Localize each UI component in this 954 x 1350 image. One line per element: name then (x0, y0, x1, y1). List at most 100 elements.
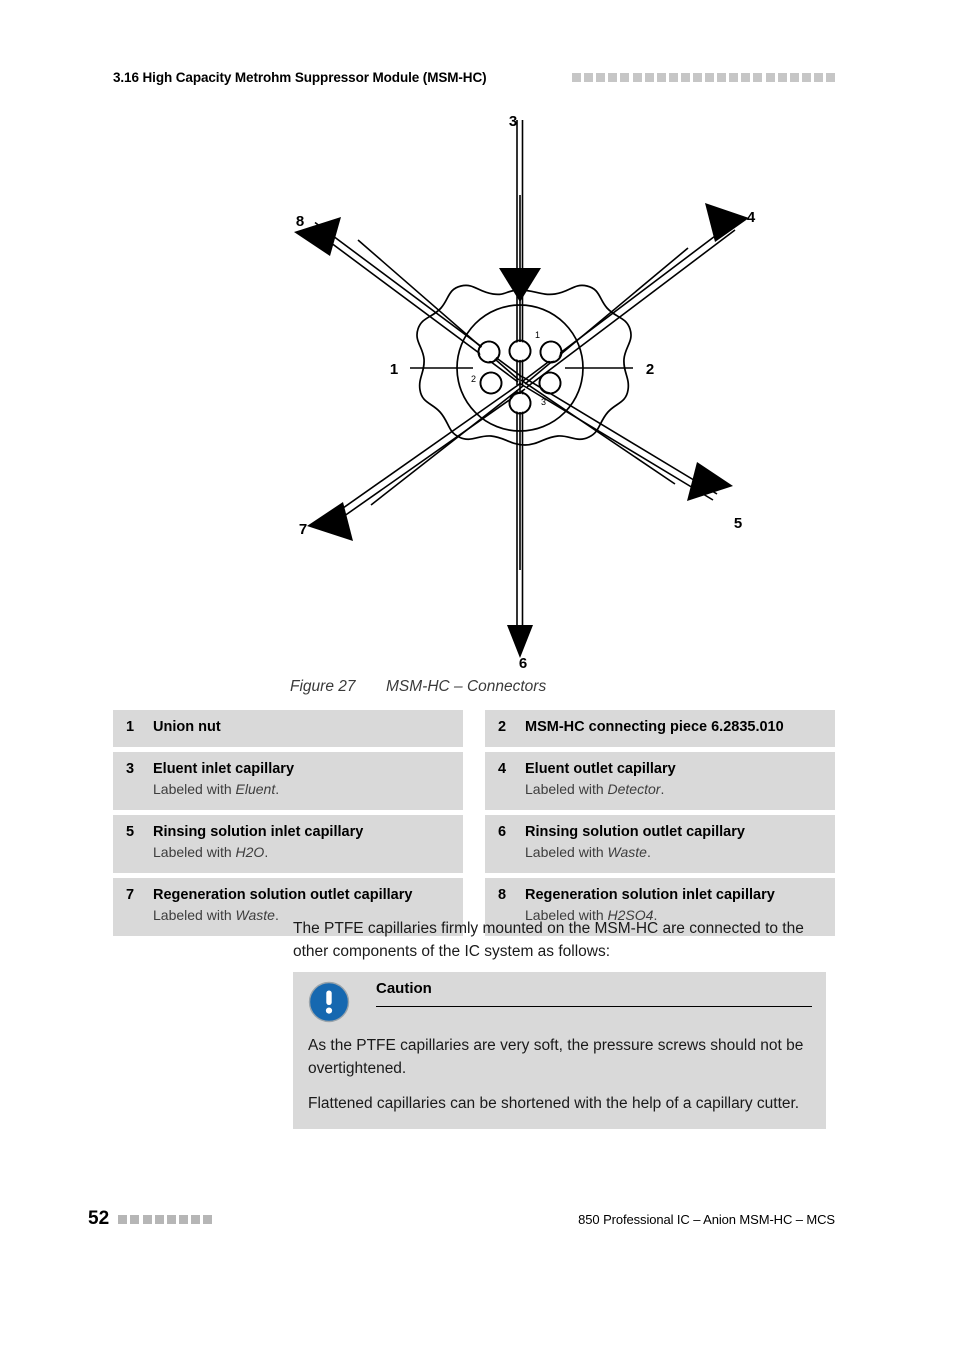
legend-row-number: 6 (498, 824, 507, 840)
legend-row: 1 Union nut (113, 710, 463, 747)
decor-square (765, 72, 775, 82)
figure-legend-table: 1 Union nut 3 Eluent inlet capillary Labeled… (113, 710, 835, 936)
page-footer: 52 850 Professional IC – Anion MSM-HC – … (88, 1207, 835, 1231)
legend-row-label: Rinsing solution outlet capillary (525, 824, 745, 840)
legend-column-left: 1 Union nut 3 Eluent inlet capillary Labeled… (113, 710, 463, 936)
capillary-line-5b (522, 376, 718, 495)
caution-title: Caution (376, 980, 432, 997)
union-nut-outline (416, 284, 632, 446)
legend-row-number: 3 (126, 761, 135, 777)
decor-square (572, 72, 582, 82)
decor-square (620, 72, 630, 82)
callout-label-5: 5 (734, 515, 742, 532)
legend-row-body: Eluent outlet capillary Labeled with Dete… (525, 760, 835, 799)
decor-square (813, 72, 823, 82)
decor-square (118, 1214, 128, 1224)
legend-row: 5 Rinsing solution inlet capillary Labeled… (113, 815, 463, 873)
connector-diagram: 1 2 3 3 4 8 1 2 7 5 6 (294, 113, 756, 670)
callout-label-8: 8 (296, 213, 304, 230)
body-paragraph: The PTFE capillaries firmly mounted on t… (293, 920, 804, 960)
caution-box: Caution As the PTFE capillaries are very… (293, 972, 826, 1129)
callout-label-6: 6 (519, 655, 527, 670)
decor-square (191, 1214, 201, 1224)
legend-row: 2 MSM-HC connecting piece 6.2835.010 (485, 710, 835, 747)
caution-paragraph-1: As the PTFE capillaries are very soft, t… (308, 1037, 804, 1077)
capillary-line-4b (526, 229, 736, 388)
legend-row-label: Union nut (153, 719, 221, 735)
legend-row-sublabel-italic: H2O (235, 844, 265, 860)
footer-left: 52 (88, 1208, 213, 1230)
page-number: 52 (88, 1208, 110, 1229)
footer-decoration (118, 1214, 213, 1224)
capillary-line-7 (325, 382, 522, 521)
legend-row-body: MSM-HC connecting piece 6.2835.010 (525, 718, 835, 737)
section-title: 3.16 High Capacity Metrohm Suppressor Mo… (113, 69, 487, 85)
decor-square (753, 72, 763, 82)
legend-row-body: Rinsing solution inlet capillary Labeled … (153, 823, 463, 862)
legend-row-sublabel-italic: Waste (607, 844, 647, 860)
port-number-1: 1 (535, 330, 540, 340)
decor-square (705, 72, 715, 82)
port-number-2: 2 (471, 374, 476, 384)
port-number-3: 3 (541, 397, 546, 407)
decor-square (166, 1214, 176, 1224)
decor-square (801, 72, 811, 82)
arrowhead-3 (499, 268, 541, 302)
legend-row-body: Union nut (153, 718, 463, 737)
decor-square (608, 72, 618, 82)
capillary-line-4c (524, 247, 689, 385)
decor-square (680, 72, 690, 82)
decor-square (130, 1214, 140, 1224)
caution-paragraph-2: Flattened capillaries can be shortened w… (308, 1095, 800, 1112)
callout-label-4: 4 (747, 209, 756, 226)
legend-column-right: 2 MSM-HC connecting piece 6.2835.010 4 Elue… (485, 710, 835, 936)
legend-row-number: 5 (126, 824, 135, 840)
decor-square (692, 72, 702, 82)
figure-caption: Figure 27 MSM-HC – Connectors (290, 678, 835, 700)
decor-square (584, 72, 594, 82)
decor-square (826, 72, 835, 82)
arrowhead-5 (687, 462, 733, 501)
callout-label-1: 1 (390, 361, 398, 378)
legend-row-sublabel: Labeled with Waste. (525, 844, 651, 860)
capillary-line-5c (520, 379, 676, 485)
decor-square (668, 72, 678, 82)
page-header: 3.16 High Capacity Metrohm Suppressor Mo… (113, 66, 835, 88)
legend-row-number: 8 (498, 887, 507, 903)
figure-msm-hc-connectors: 1 2 3 3 4 8 1 2 7 5 6 (113, 100, 835, 670)
decor-square (741, 72, 751, 82)
caution-body: As the PTFE capillaries are very soft, t… (308, 1034, 813, 1115)
decor-square (789, 72, 799, 82)
legend-row-sublabel: Labeled with H2O. (153, 844, 269, 860)
legend-row-label: Regeneration solution outlet capillary (153, 887, 413, 903)
capillary-line-5 (518, 382, 714, 501)
figure-caption-text: MSM-HC – Connectors (386, 678, 547, 695)
decor-square (656, 72, 666, 82)
legend-row-label: Rinsing solution inlet capillary (153, 824, 364, 840)
legend-row-number: 7 (126, 887, 135, 903)
legend-row-number: 2 (498, 719, 507, 735)
decor-square (179, 1214, 189, 1224)
legend-row: 4 Eluent outlet capillary Labeled with Det… (485, 752, 835, 810)
decor-square (154, 1214, 164, 1224)
legend-row: 3 Eluent inlet capillary Labeled with Elue… (113, 752, 463, 810)
caution-exclamation-icon (308, 981, 350, 1023)
legend-row-sublabel-italic: Waste (235, 907, 275, 923)
document-page: 3.16 High Capacity Metrohm Suppressor Mo… (0, 0, 954, 1350)
decor-square (632, 72, 642, 82)
arrowhead-6 (507, 625, 533, 658)
legend-row-label: Eluent outlet capillary (525, 761, 676, 777)
decor-square (717, 72, 727, 82)
decor-square (729, 72, 739, 82)
legend-row-body: Rinsing solution outlet capillary Labeled… (525, 823, 835, 862)
legend-row: 6 Rinsing solution outlet capillary Labele… (485, 815, 835, 873)
decor-square (596, 72, 606, 82)
decor-square (644, 72, 654, 82)
header-decoration (572, 72, 835, 82)
arrowhead-7 (307, 502, 353, 541)
legend-row-sublabel-italic: Detector (607, 781, 661, 797)
figure-caption-number: Figure 27 (290, 678, 356, 695)
caution-divider (376, 1006, 812, 1008)
legend-row-sublabel: Labeled with Detector. (525, 781, 665, 797)
caution-header: Caution (293, 972, 826, 1026)
